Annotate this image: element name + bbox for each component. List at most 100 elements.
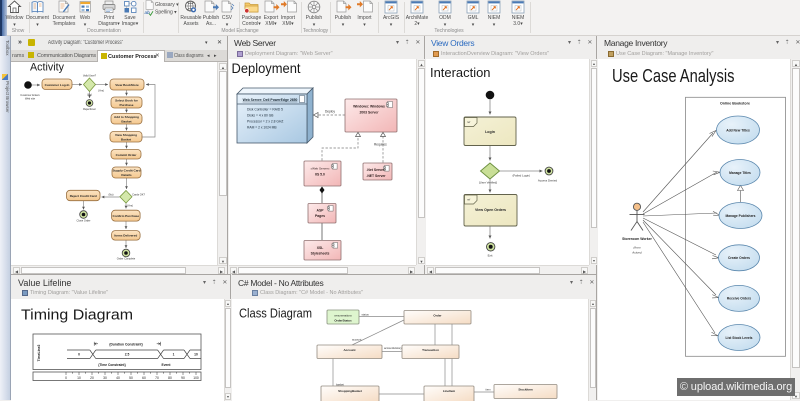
svg-text:100: 100	[193, 376, 199, 380]
svg-text:Manage Publishers: Manage Publishers	[725, 214, 755, 218]
svg-text:List Stock Levels: List Stock Levels	[726, 336, 753, 340]
svg-text:(No): (No)	[87, 93, 92, 97]
svg-text:Cards OK?: Cards OK?	[132, 193, 145, 197]
svg-text:basket: basket	[336, 382, 344, 386]
svg-text:Web Server: Dell PowerEdge 265: Web Server: Dell PowerEdge 2650	[243, 98, 298, 102]
svg-text:Disks = 4 x 80 GB: Disks = 4 x 80 GB	[247, 114, 274, 118]
svg-text:10: 10	[194, 353, 198, 357]
svg-text:▾: ▾	[342, 22, 345, 28]
svg-text:Select Book for: Select Book for	[115, 99, 138, 103]
svg-text:Publish: Publish	[306, 15, 323, 21]
svg-text:Basket: Basket	[121, 120, 131, 124]
svg-text:1: 1	[173, 353, 175, 357]
svg-text:Assets: Assets	[183, 21, 199, 27]
svg-text:Basket: Basket	[121, 138, 131, 142]
svg-text:Templates: Templates	[53, 21, 76, 27]
svg-text:ODM: ODM	[439, 15, 451, 21]
svg-text:IIS 5.0: IIS 5.0	[315, 173, 325, 177]
svg-text:{Time Constraint}: {Time Constraint}	[98, 363, 126, 367]
svg-text:View Shopping: View Shopping	[115, 133, 137, 137]
svg-text:Commit Order: Commit Order	[116, 153, 138, 157]
svg-text:Disk Controller = RAID 5: Disk Controller = RAID 5	[247, 108, 283, 112]
svg-text:(Failed Login): (Failed Login)	[512, 174, 530, 178]
svg-text:Window: Window	[6, 15, 24, 21]
svg-text:Close Order: Close Order	[77, 219, 91, 223]
svg-text:30: 30	[103, 376, 107, 380]
svg-text:0: 0	[65, 376, 67, 380]
svg-text:Order: Order	[433, 314, 442, 318]
svg-text:View BookStore: View BookStore	[115, 83, 139, 87]
svg-text:Items Delivered: Items Delivered	[114, 234, 137, 238]
svg-text:Document: Document	[26, 15, 49, 21]
svg-text:ref: ref	[467, 120, 470, 124]
svg-text:Deploy: Deploy	[325, 109, 335, 113]
svg-text:[User Verified]: [User Verified]	[479, 181, 497, 185]
svg-text:Web site: Web site	[25, 97, 36, 101]
svg-text:Storeroom Worker: Storeroom Worker	[622, 237, 652, 241]
svg-text:Customer Enters: Customer Enters	[20, 93, 40, 97]
svg-text:accountHistory: accountHistory	[384, 346, 402, 350]
svg-text:Order Complete: Order Complete	[117, 257, 136, 261]
svg-text:ArcGIS: ArcGIS	[383, 15, 400, 21]
svg-text:Transaction: Transaction	[422, 348, 439, 352]
svg-text:Pages: Pages	[315, 214, 325, 218]
svg-text:Control▾: Control▾	[242, 21, 261, 27]
svg-text:Stylesheets: Stylesheets	[311, 252, 330, 256]
svg-text:Import: Import	[357, 15, 372, 21]
svg-text:Account: Account	[344, 348, 356, 352]
svg-text:Online Bookstore: Online Bookstore	[720, 102, 750, 106]
svg-text:NIEM: NIEM	[488, 15, 501, 21]
svg-text:Manage Titles: Manage Titles	[729, 171, 751, 175]
svg-text:Supply Credit Card: Supply Credit Card	[112, 169, 140, 173]
svg-text:Image▾: Image▾	[122, 21, 139, 27]
svg-text:10: 10	[77, 376, 81, 380]
svg-text:Class Diagram: Class Diagram	[239, 307, 312, 321]
svg-text:ASP: ASP	[317, 209, 325, 213]
svg-text:Add to Shopping: Add to Shopping	[114, 115, 139, 119]
svg-text:Interaction: Interaction	[430, 65, 491, 80]
svg-text:50: 50	[129, 376, 133, 380]
svg-text:«Web Server»: «Web Server»	[310, 167, 329, 171]
svg-text:Create Orders: Create Orders	[728, 256, 750, 260]
svg-text:«enumeration»: «enumeration»	[334, 314, 352, 318]
svg-text:status: status	[362, 313, 370, 317]
svg-text:40: 40	[116, 376, 120, 380]
svg-text:▾: ▾	[390, 22, 393, 28]
svg-text:.NET Server: .NET Server	[366, 174, 386, 178]
svg-text:Timing Diagram: Timing Diagram	[21, 307, 133, 324]
svg-text:CSV: CSV	[222, 15, 233, 21]
svg-text:2003 Server: 2003 Server	[359, 111, 379, 115]
svg-text:Purchase: Purchase	[120, 103, 134, 107]
svg-text:Activity: Activity	[30, 62, 64, 74]
svg-text:StockItem: StockItem	[518, 388, 533, 392]
svg-text:70: 70	[155, 376, 159, 380]
svg-text:Receive Orders: Receive Orders	[727, 297, 751, 301]
svg-text:Windows: Windows: Windows: Windows	[353, 105, 385, 109]
svg-text:XSL: XSL	[317, 246, 324, 250]
svg-text:2.5: 2.5	[125, 353, 130, 357]
svg-text:Use Case Analysis: Use Case Analysis	[612, 66, 735, 86]
svg-text:Requires: Requires	[374, 143, 387, 147]
svg-text:Access Denied: Access Denied	[538, 179, 558, 183]
svg-text:(from: (from	[634, 246, 642, 250]
svg-text:Confirm Purchase: Confirm Purchase	[112, 214, 139, 218]
svg-text:Reject Credit Card: Reject Credit Card	[70, 194, 97, 198]
svg-text:Actors): Actors)	[631, 251, 642, 255]
svg-text:20: 20	[90, 376, 94, 380]
svg-text:(Yes): (Yes)	[98, 89, 104, 93]
svg-text:GML: GML	[468, 15, 479, 21]
svg-text:Valid User?: Valid User?	[83, 74, 97, 78]
svg-text:Exit: Exit	[488, 254, 493, 258]
svg-text:RAM = 2 x 1024 MB: RAM = 2 x 1024 MB	[247, 126, 277, 130]
svg-text:item: item	[486, 388, 492, 392]
svg-text:LineItem: LineItem	[443, 389, 456, 393]
svg-text:Spelling ▾: Spelling ▾	[155, 10, 177, 16]
svg-text:(No): (No)	[108, 193, 113, 197]
svg-text:3.0▾: 3.0▾	[513, 21, 523, 27]
svg-text:.Net Server:: .Net Server:	[366, 168, 385, 172]
svg-text:ShoppingBasket: ShoppingBasket	[338, 389, 362, 393]
svg-text:As...: As...	[206, 21, 216, 27]
svg-text:90: 90	[181, 376, 185, 380]
svg-text:Login: Login	[485, 130, 495, 134]
svg-text:RejectUser: RejectUser	[83, 107, 96, 111]
